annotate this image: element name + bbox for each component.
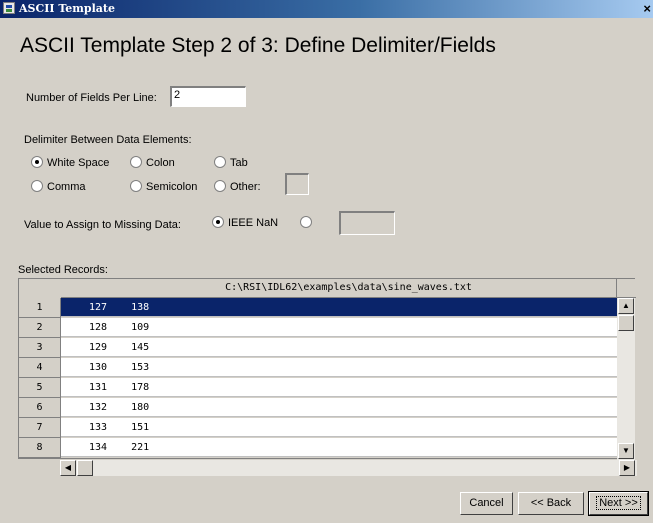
fields-per-line-label: Number of Fields Per Line: (26, 92, 157, 104)
radio-other[interactable]: Other: (214, 180, 261, 193)
row-cell[interactable]: 127 138 (61, 298, 619, 317)
row-number[interactable]: 1 (19, 298, 61, 318)
records-grid[interactable]: C:\RSI\IDL62\examples\data\sine_waves.tx… (18, 278, 636, 459)
horizontal-scroll-thumb[interactable] (77, 460, 93, 476)
next-button-label: Next >> (596, 496, 641, 510)
row-number[interactable]: 2 (19, 318, 61, 338)
scroll-up-icon[interactable]: ▲ (618, 298, 634, 314)
fields-per-line-input[interactable]: 2 (170, 86, 246, 107)
radio-empty-icon (130, 180, 142, 192)
window-title: ASCII Template (19, 2, 115, 15)
radio-ieee-nan[interactable]: IEEE NaN (212, 216, 278, 229)
radio-empty-icon (130, 156, 142, 168)
row-number[interactable]: 5 (19, 378, 61, 398)
scroll-right-icon[interactable]: ▶ (619, 460, 635, 476)
row-cell[interactable]: 129 145 (61, 338, 619, 357)
row-cell[interactable]: 130 153 (61, 358, 619, 377)
other-delimiter-input[interactable] (285, 173, 309, 195)
app-window-icon (3, 2, 15, 14)
radio-colon[interactable]: Colon (130, 156, 175, 169)
radio-white-space[interactable]: White Space (31, 156, 109, 169)
file-path-header: C:\RSI\IDL62\examples\data\sine_waves.tx… (225, 282, 472, 293)
row-cell[interactable]: 131 178 (61, 378, 619, 397)
radio-custom-missing[interactable] (300, 216, 316, 229)
table-row[interactable]: 7 133 151 (19, 418, 619, 438)
table-row[interactable]: 4 130 153 (19, 358, 619, 378)
window-titlebar[interactable]: ASCII Template × (0, 0, 653, 18)
row-number[interactable]: 8 (19, 438, 61, 458)
page-title: ASCII Template Step 2 of 3: Define Delim… (20, 34, 496, 57)
radio-empty-icon (214, 180, 226, 192)
close-icon[interactable]: × (643, 1, 651, 16)
missing-data-label: Value to Assign to Missing Data: (24, 219, 181, 231)
column-header[interactable]: C:\RSI\IDL62\examples\data\sine_waves.tx… (61, 279, 636, 298)
radio-comma[interactable]: Comma (31, 180, 86, 193)
header-divider (616, 279, 617, 297)
radio-semicolon[interactable]: Semicolon (130, 180, 197, 193)
scroll-left-icon[interactable]: ◀ (60, 460, 76, 476)
row-cell[interactable]: 128 109 (61, 318, 619, 337)
row-number[interactable]: 4 (19, 358, 61, 378)
table-row[interactable]: 6 132 180 (19, 398, 619, 418)
radio-empty-icon (214, 156, 226, 168)
row-cell[interactable]: 132 180 (61, 398, 619, 417)
cancel-button[interactable]: Cancel (460, 492, 513, 515)
missing-value-input[interactable] (339, 211, 395, 235)
radio-empty-icon (31, 180, 43, 192)
selected-records-label: Selected Records: (18, 264, 108, 276)
scroll-down-icon[interactable]: ▼ (618, 443, 634, 459)
row-cell[interactable]: 134 221 (61, 438, 619, 457)
table-row[interactable]: 1 127 138 (19, 298, 619, 318)
horizontal-scrollbar[interactable]: ◀ ▶ (60, 460, 637, 476)
back-button[interactable]: << Back (518, 492, 584, 515)
row-number[interactable]: 6 (19, 398, 61, 418)
row-number[interactable]: 7 (19, 418, 61, 438)
table-row[interactable]: 8 134 221 (19, 438, 619, 458)
radio-selected-icon (31, 156, 43, 168)
row-cell[interactable]: 133 151 (61, 418, 619, 437)
vertical-scroll-thumb[interactable] (618, 315, 634, 331)
vertical-scrollbar[interactable]: ▲ ▼ (617, 298, 635, 460)
table-row[interactable]: 3 129 145 (19, 338, 619, 358)
radio-empty-icon (300, 216, 312, 228)
delimiter-label: Delimiter Between Data Elements: (24, 134, 192, 146)
radio-selected-icon (212, 216, 224, 228)
radio-tab[interactable]: Tab (214, 156, 248, 169)
row-number[interactable]: 3 (19, 338, 61, 358)
next-button[interactable]: Next >> (588, 491, 649, 516)
table-row[interactable]: 2 128 109 (19, 318, 619, 338)
table-row[interactable]: 5 131 178 (19, 378, 619, 398)
